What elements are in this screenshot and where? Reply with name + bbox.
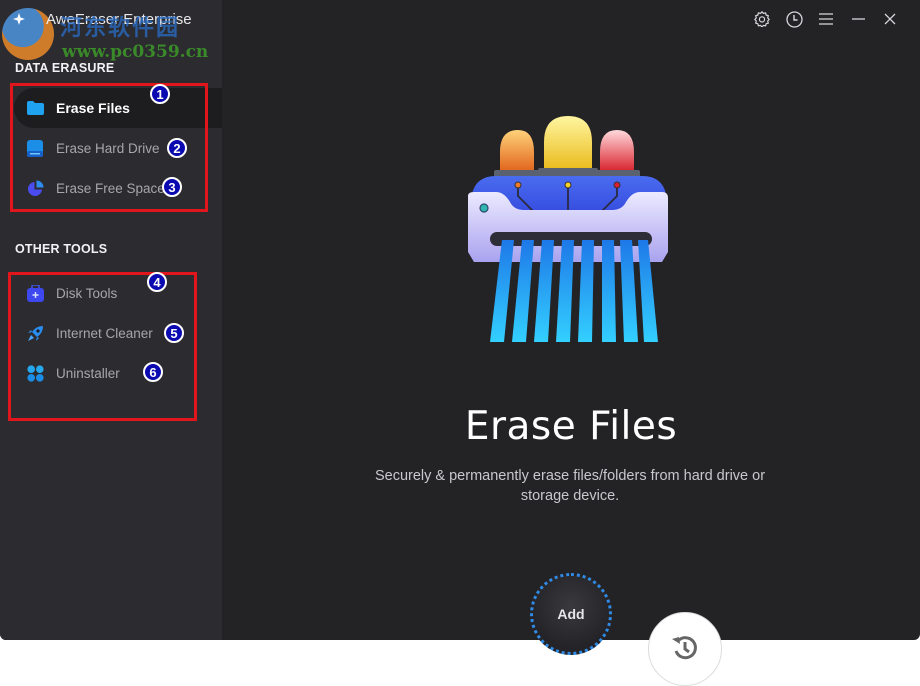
- sidebar-item-disk-tools[interactable]: Disk Tools: [14, 273, 222, 313]
- shredder-icon: [468, 116, 668, 342]
- sidebar-item-label: Erase Free Space: [56, 180, 165, 196]
- hard-drive-icon: [26, 139, 44, 157]
- annotation-badge: 4: [147, 272, 167, 292]
- annotation-badge: 1: [150, 84, 170, 104]
- toolbox-icon: [26, 284, 44, 302]
- apps-grid-icon: [26, 364, 44, 382]
- page-title: Erase Files: [464, 404, 678, 449]
- sidebar-item-label: Disk Tools: [56, 285, 118, 301]
- app-window: AweEraser Enterprise 河东软件园 www.pc0359.cn…: [0, 0, 920, 640]
- sidebar-item-uninstaller[interactable]: Uninstaller: [14, 353, 222, 393]
- menu-button[interactable]: [810, 8, 842, 30]
- rocket-icon: [26, 324, 44, 342]
- watermark-url: www.pc0359.cn: [62, 42, 209, 62]
- add-button[interactable]: Add: [530, 573, 612, 655]
- annotation-badge: 2: [167, 138, 187, 158]
- hamburger-icon: [819, 13, 833, 25]
- history-floating-button[interactable]: [648, 612, 722, 686]
- settings-button[interactable]: [746, 8, 778, 30]
- sidebar-item-label: Uninstaller: [56, 365, 120, 381]
- folder-icon: [26, 99, 44, 117]
- sidebar: AweEraser Enterprise 河东软件园 www.pc0359.cn…: [0, 0, 222, 640]
- sidebar-item-erase-free-space[interactable]: Erase Free Space: [14, 168, 222, 208]
- app-logo-icon: [13, 13, 25, 25]
- minimize-button[interactable]: [842, 8, 874, 30]
- page-description: Securely & permanently erase files/folde…: [374, 468, 766, 504]
- sidebar-item-label: Internet Cleaner: [56, 325, 153, 341]
- gear-icon: [754, 11, 770, 27]
- close-button[interactable]: [874, 8, 906, 30]
- history-icon: [672, 636, 697, 660]
- sidebar-item-erase-hard-drive[interactable]: Erase Hard Drive: [14, 128, 222, 168]
- sidebar-item-internet-cleaner[interactable]: Internet Cleaner: [14, 313, 222, 353]
- annotation-badge: 5: [164, 323, 184, 343]
- close-icon: [884, 13, 896, 25]
- section-label-other-tools: OTHER TOOLS: [15, 242, 108, 256]
- watermark-text: 河东软件园: [60, 15, 181, 41]
- clock-icon: [785, 10, 803, 28]
- section-label-data-erasure: DATA ERASURE: [15, 61, 115, 75]
- annotation-badge: 6: [143, 362, 163, 382]
- sidebar-item-erase-files[interactable]: Erase Files: [14, 88, 222, 128]
- history-button[interactable]: [778, 8, 810, 30]
- sidebar-item-label: Erase Hard Drive: [56, 140, 160, 156]
- pie-chart-icon: [26, 179, 44, 197]
- sidebar-item-label: Erase Files: [56, 100, 130, 116]
- titlebar-controls: [746, 8, 906, 30]
- annotation-badge: 3: [162, 177, 182, 197]
- minimize-icon: [851, 18, 865, 20]
